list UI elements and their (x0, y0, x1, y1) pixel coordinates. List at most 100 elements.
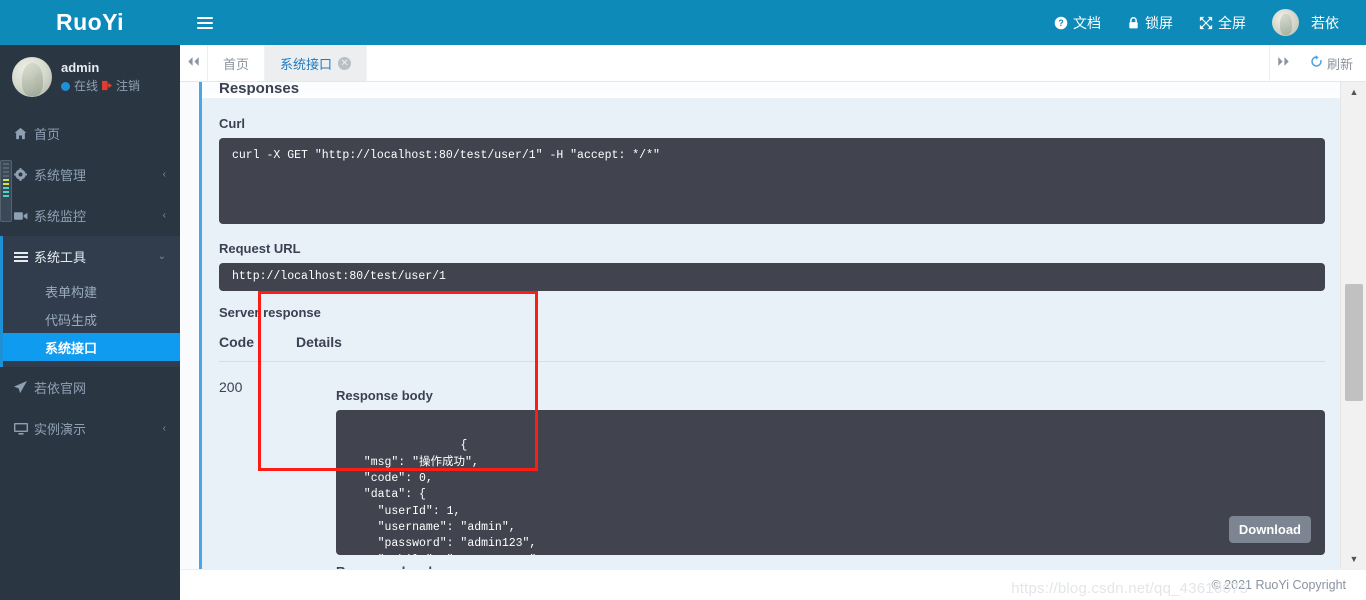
app-root: RuoYi ? 文档 锁屏 全屏 若依 admin 在线 注销 首页 系统管理 … (0, 0, 1366, 600)
chevron-left-icon: ‹ (162, 169, 166, 180)
tab-home-label: 首页 (223, 56, 250, 72)
lock-icon (1127, 16, 1140, 30)
refresh-button[interactable]: 刷新 (1297, 45, 1366, 81)
sidebar-item-form-builder-label: 表单构建 (45, 284, 98, 300)
logo-text: RuoYi (55, 9, 125, 35)
curl-command-block[interactable]: curl -X GET "http://localhost:80/test/us… (219, 138, 1325, 224)
navbar-right-group: ? 文档 锁屏 全屏 若依 (1041, 0, 1366, 45)
response-body-json-text: { "msg": "操作成功", "code": 0, "data": { "u… (363, 439, 537, 555)
sidebar-item-code-generation-label: 代码生成 (45, 312, 98, 328)
tab-home[interactable]: 首页 (208, 45, 266, 81)
chevron-left-icon: ‹ (162, 423, 166, 434)
sidebar-item-form-builder[interactable]: 表单构建 (3, 277, 180, 305)
request-url-block[interactable]: http://localhost:80/test/user/1 (219, 263, 1325, 291)
sidebar-item-system-monitor-label: 系统监控 (34, 209, 87, 224)
sidebar-item-home-label: 首页 (34, 127, 61, 142)
sidebar-submenu-wrap: 表单构建 代码生成 系统接口 (0, 277, 180, 367)
download-button[interactable]: Download (1228, 516, 1311, 543)
sidebar-item-demo[interactable]: 实例演示 ‹ (0, 408, 180, 449)
logout-button[interactable]: 注销 (102, 78, 140, 95)
response-table: Code Details 200 Response body { "msg": … (219, 334, 1325, 569)
sidebar-user-status-row: 在线 注销 (61, 78, 140, 95)
sidebar-item-system-interface[interactable]: 系统接口 (3, 333, 180, 361)
app-logo[interactable]: RuoYi (0, 0, 180, 45)
top-navbar: ? 文档 锁屏 全屏 若依 (180, 0, 1366, 45)
nav-item-fullscreen-label: 全屏 (1218, 14, 1246, 31)
sidebar-item-code-generation[interactable]: 代码生成 (3, 305, 180, 333)
sidebar-menu: 首页 系统管理 ‹ 系统监控 ‹ 系统工具 ⌄ 表单构建 代码生成 系统接口 若… (0, 109, 180, 449)
nav-item-lockscreen-label: 锁屏 (1145, 14, 1173, 31)
response-table-header: Code Details (219, 334, 1325, 362)
paper-plane-icon (14, 381, 34, 394)
tab-list: 首页 系统接口 ✕ (208, 45, 368, 81)
swagger-opblock: Responses Curl curl -X GET "http://local… (199, 82, 1340, 569)
bars-icon (14, 251, 34, 263)
sidebar-item-system-tools[interactable]: 系统工具 ⌄ (0, 236, 180, 277)
double-chevron-left-icon (187, 56, 200, 70)
responses-heading: Responses (202, 82, 1340, 95)
response-details-cell: Response body { "msg": "操作成功", "code": 0… (296, 379, 1325, 569)
tabbar: 首页 系统接口 ✕ 刷新 (180, 45, 1366, 82)
hamburger-icon (197, 14, 213, 32)
page-scrollbar[interactable]: ▲ ▼ (1340, 82, 1366, 569)
avatar (1272, 9, 1299, 36)
sidebar-item-official-site[interactable]: 若依官网 (0, 367, 180, 408)
curl-label: Curl (219, 116, 245, 131)
nav-user-name: 若依 (1311, 14, 1339, 31)
sidebar-item-system-monitor[interactable]: 系统监控 ‹ (0, 195, 180, 236)
online-status-dot-icon (61, 81, 70, 91)
main-content: Responses Curl curl -X GET "http://local… (180, 82, 1340, 569)
double-chevron-right-icon (1277, 56, 1290, 70)
tab-system-interface[interactable]: 系统接口 ✕ (265, 45, 368, 81)
refresh-icon (1310, 55, 1323, 71)
video-icon (14, 210, 34, 222)
response-body-label: Response body (336, 388, 433, 403)
logout-icon (102, 80, 113, 93)
nav-item-fullscreen[interactable]: 全屏 (1186, 0, 1259, 45)
request-url-label: Request URL (219, 241, 301, 256)
nav-item-lockscreen[interactable]: 锁屏 (1114, 0, 1186, 45)
column-header-details: Details (296, 334, 342, 350)
close-icon[interactable]: ✕ (338, 56, 352, 70)
responses-body: Curl curl -X GET "http://localhost:80/te… (202, 98, 1340, 569)
sidebar-item-system-management[interactable]: 系统管理 ‹ (0, 154, 180, 195)
svg-text:?: ? (1058, 18, 1063, 28)
table-row: 200 Response body { "msg": "操作成功", "code… (219, 362, 1325, 569)
response-body-json[interactable]: { "msg": "操作成功", "code": 0, "data": { "u… (336, 410, 1325, 555)
tab-system-interface-label: 系统接口 (280, 56, 333, 72)
nav-item-user[interactable]: 若依 (1259, 0, 1352, 45)
fullscreen-icon (1199, 16, 1213, 30)
sidebar-item-system-tools-label: 系统工具 (34, 250, 87, 265)
sidebar-user-status-label: 在线 (74, 78, 99, 93)
sidebar-item-system-interface-label: 系统接口 (45, 340, 98, 356)
footer-copyright: © 2021 RuoYi Copyright (1211, 578, 1346, 592)
sidebar-user-name: admin (61, 59, 100, 75)
sidebar-toggle-button[interactable] (180, 0, 230, 45)
triangle-up-icon[interactable]: ▲ (1341, 82, 1366, 102)
sidebar-user-meta: admin 在线 注销 (61, 59, 140, 95)
sidebar-item-home[interactable]: 首页 (0, 113, 180, 154)
response-code-value: 200 (219, 379, 243, 395)
logout-label: 注销 (116, 78, 141, 93)
desktop-icon (14, 422, 34, 435)
gear-icon (14, 168, 34, 181)
question-circle-icon: ? (1054, 16, 1068, 30)
nav-item-docs-label: 文档 (1073, 14, 1101, 31)
sidebar-item-system-management-label: 系统管理 (34, 168, 87, 183)
refresh-label: 刷新 (1326, 56, 1353, 72)
sidebar-item-official-site-label: 若依官网 (34, 381, 87, 396)
column-header-code: Code (219, 334, 254, 350)
avatar[interactable] (12, 57, 52, 97)
home-icon (14, 127, 34, 140)
sidebar-item-demo-label: 实例演示 (34, 422, 87, 437)
server-response-label: Server response (219, 305, 321, 320)
footer: © 2021 RuoYi Copyright (180, 569, 1366, 600)
scrollbar-thumb[interactable] (1345, 284, 1363, 401)
tab-scroll-right-button[interactable] (1268, 45, 1297, 81)
sidebar-submenu-system-tools: 表单构建 代码生成 系统接口 (3, 277, 180, 361)
tab-scroll-left-button[interactable] (180, 45, 208, 81)
triangle-down-icon[interactable]: ▼ (1341, 549, 1366, 569)
sidebar-user-panel: admin 在线 注销 (0, 45, 180, 109)
sidebar: admin 在线 注销 首页 系统管理 ‹ 系统监控 ‹ 系统工具 ⌄ 表单构建… (0, 45, 180, 600)
nav-item-docs[interactable]: ? 文档 (1041, 0, 1114, 45)
